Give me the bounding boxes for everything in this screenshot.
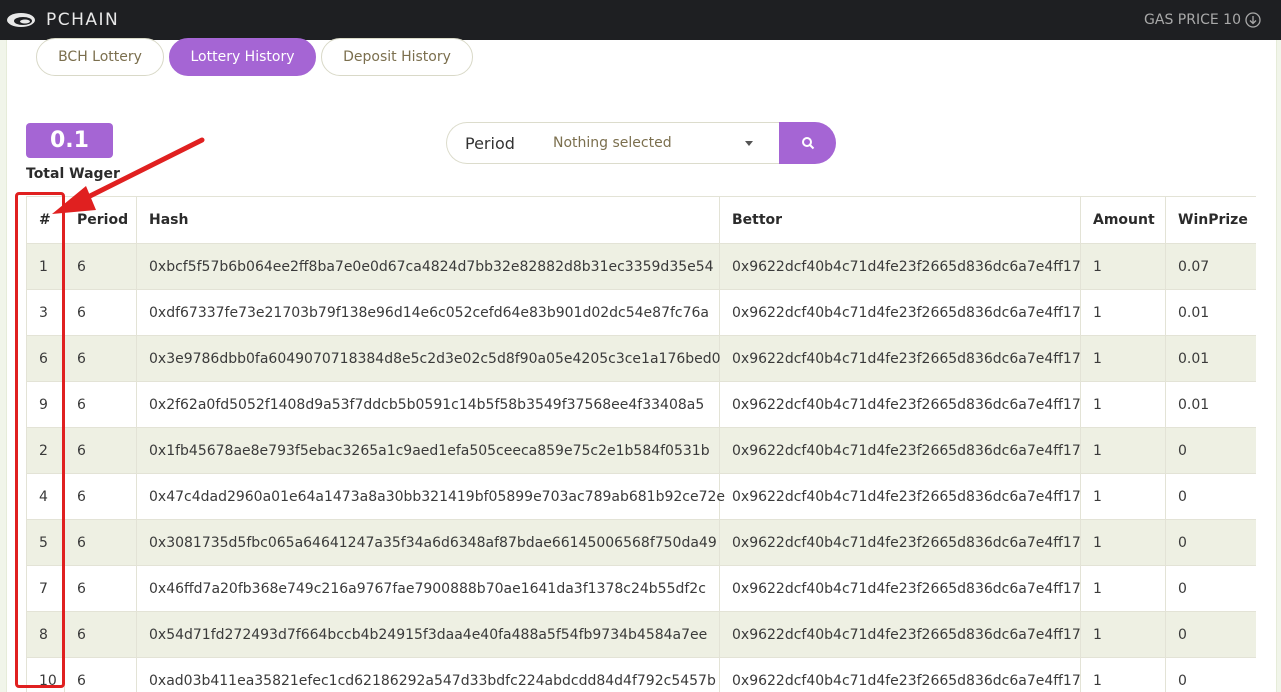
- dropdown-caret-icon[interactable]: [745, 141, 753, 146]
- period-select[interactable]: Nothing selected: [553, 135, 672, 151]
- cell-period: 6: [64, 289, 137, 336]
- cell-index: 8: [26, 611, 65, 658]
- column-header-index[interactable]: #: [26, 196, 65, 244]
- table-row: 1 6 0xbcf5f57b6b064ee2ff8ba7e0e0d67ca4824d…: [26, 243, 1256, 290]
- cell-winprize: 0.01: [1165, 381, 1256, 428]
- table-row: 10 6 0xad03b411ea35821efec1cd62186292a547d…: [26, 657, 1256, 692]
- lottery-history-table: # Period Hash Bettor Amount WinPrize 160…: [26, 196, 1256, 692]
- cell-winprize: 0.01: [1165, 335, 1256, 382]
- cell-index: 5: [26, 519, 65, 566]
- pchain-logo-icon: [7, 13, 35, 27]
- cell-period: 6: [64, 657, 137, 692]
- gas-price[interactable]: GAS PRICE 10: [1144, 12, 1261, 28]
- period-label: Period: [465, 134, 515, 153]
- table-header-row: # Period Hash Bettor Amount WinPrize: [26, 196, 1256, 244]
- cell-amount: 1: [1080, 243, 1166, 290]
- cell-amount: 1: [1080, 381, 1166, 428]
- period-filter: Period Nothing selected: [446, 122, 780, 164]
- total-wager-value: 0.1: [26, 123, 113, 158]
- cell-winprize: 0: [1165, 427, 1256, 474]
- cell-period: 6: [64, 519, 137, 566]
- cell-hash: 0x3081735d5fbc065a64641247a35f34a6d6348a…: [136, 519, 720, 566]
- cell-amount: 1: [1080, 289, 1166, 336]
- cell-period: 6: [64, 335, 137, 382]
- search-button[interactable]: [779, 122, 836, 164]
- cell-period: 6: [64, 381, 137, 428]
- cell-index: 10: [26, 657, 65, 692]
- cell-amount: 1: [1080, 657, 1166, 692]
- cell-period: 6: [64, 611, 137, 658]
- cell-winprize: 0.01: [1165, 289, 1256, 336]
- cell-hash: 0x46ffd7a20fb368e749c216a9767fae7900888b…: [136, 565, 720, 612]
- cell-amount: 1: [1080, 565, 1166, 612]
- cell-amount: 1: [1080, 611, 1166, 658]
- cell-bettor: 0x9622dcf40b4c71d4fe23f2665d836dc6a7e4ff…: [719, 381, 1081, 428]
- cell-bettor: 0x9622dcf40b4c71d4fe23f2665d836dc6a7e4ff…: [719, 519, 1081, 566]
- table-row: 6 6 0x3e9786dbb0fa6049070718384d8e5c2d3e02…: [26, 335, 1256, 382]
- cell-winprize: 0: [1165, 519, 1256, 566]
- table-row: 4 6 0x47c4dad2960a01e64a1473a8a30bb321419b…: [26, 473, 1256, 520]
- column-header-bettor[interactable]: Bettor: [719, 196, 1081, 244]
- cell-index: 2: [26, 427, 65, 474]
- cell-index: 6: [26, 335, 65, 382]
- cell-index: 3: [26, 289, 65, 336]
- cell-amount: 1: [1080, 427, 1166, 474]
- cell-hash: 0xbcf5f57b6b064ee2ff8ba7e0e0d67ca4824d7b…: [136, 243, 720, 290]
- tab-lottery-history[interactable]: Lottery History: [169, 38, 316, 76]
- table-row: 2 6 0x1fb45678ae8e793f5ebac3265a1c9aed1efa…: [26, 427, 1256, 474]
- cell-amount: 1: [1080, 519, 1166, 566]
- column-header-winprize[interactable]: WinPrize: [1165, 196, 1256, 244]
- cell-index: 9: [26, 381, 65, 428]
- table-row: 8 6 0x54d71fd272493d7f664bccb4b24915f3daa4…: [26, 611, 1256, 658]
- arrow-down-circle-icon[interactable]: [1245, 12, 1261, 28]
- cell-bettor: 0x9622dcf40b4c71d4fe23f2665d836dc6a7e4ff…: [719, 611, 1081, 658]
- cell-bettor: 0x9622dcf40b4c71d4fe23f2665d836dc6a7e4ff…: [719, 427, 1081, 474]
- search-icon: [801, 137, 814, 150]
- cell-index: 4: [26, 473, 65, 520]
- cell-bettor: 0x9622dcf40b4c71d4fe23f2665d836dc6a7e4ff…: [719, 657, 1081, 692]
- cell-bettor: 0x9622dcf40b4c71d4fe23f2665d836dc6a7e4ff…: [719, 565, 1081, 612]
- tab-bch-lottery[interactable]: BCH Lottery: [36, 38, 164, 76]
- cell-hash: 0x2f62a0fd5052f1408d9a53f7ddcb5b0591c14b…: [136, 381, 720, 428]
- cell-hash: 0x54d71fd272493d7f664bccb4b24915f3daa4e4…: [136, 611, 720, 658]
- cell-hash: 0xdf67337fe73e21703b79f138e96d14e6c052ce…: [136, 289, 720, 336]
- cell-index: 1: [26, 243, 65, 290]
- cell-hash: 0xad03b411ea35821efec1cd62186292a547d33b…: [136, 657, 720, 692]
- cell-bettor: 0x9622dcf40b4c71d4fe23f2665d836dc6a7e4ff…: [719, 289, 1081, 336]
- cell-period: 6: [64, 565, 137, 612]
- table-row: 3 6 0xdf67337fe73e21703b79f138e96d14e6c052…: [26, 289, 1256, 336]
- cell-winprize: 0: [1165, 473, 1256, 520]
- cell-winprize: 0: [1165, 565, 1256, 612]
- cell-winprize: 0: [1165, 611, 1256, 658]
- table-row: 5 6 0x3081735d5fbc065a64641247a35f34a6d634…: [26, 519, 1256, 566]
- cell-amount: 1: [1080, 473, 1166, 520]
- cell-hash: 0x3e9786dbb0fa6049070718384d8e5c2d3e02c5…: [136, 335, 721, 382]
- column-header-hash[interactable]: Hash: [136, 196, 720, 244]
- cell-hash: 0x1fb45678ae8e793f5ebac3265a1c9aed1efa50…: [136, 427, 720, 474]
- cell-period: 6: [64, 473, 137, 520]
- total-wager-label: Total Wager: [26, 166, 120, 182]
- cell-bettor: 0x9622dcf40b4c71d4fe23f2665d836dc6a7e4ff…: [719, 243, 1081, 290]
- cell-period: 6: [64, 427, 137, 474]
- cell-bettor: 0x9622dcf40b4c71d4fe23f2665d836dc6a7e4ff…: [719, 473, 1081, 520]
- cell-amount: 1: [1080, 335, 1166, 382]
- cell-period: 6: [64, 243, 137, 290]
- table-row: 7 6 0x46ffd7a20fb368e749c216a9767fae790088…: [26, 565, 1256, 612]
- cell-index: 7: [26, 565, 65, 612]
- cell-winprize: 0: [1165, 657, 1256, 692]
- cell-winprize: 0.07: [1165, 243, 1256, 290]
- table-row: 9 6 0x2f62a0fd5052f1408d9a53f7ddcb5b0591c1…: [26, 381, 1256, 428]
- column-header-amount[interactable]: Amount: [1080, 196, 1166, 244]
- brand-name: PCHAIN: [46, 10, 120, 30]
- cell-hash: 0x47c4dad2960a01e64a1473a8a30bb321419bf0…: [136, 473, 725, 520]
- tab-deposit-history[interactable]: Deposit History: [321, 38, 473, 76]
- column-header-period[interactable]: Period: [64, 196, 137, 244]
- cell-bettor: 0x9622dcf40b4c71d4fe23f2665d836dc6a7e4ff…: [719, 335, 1081, 382]
- top-bar: PCHAIN GAS PRICE 10: [0, 0, 1281, 40]
- gas-price-label: GAS PRICE 10: [1144, 12, 1241, 28]
